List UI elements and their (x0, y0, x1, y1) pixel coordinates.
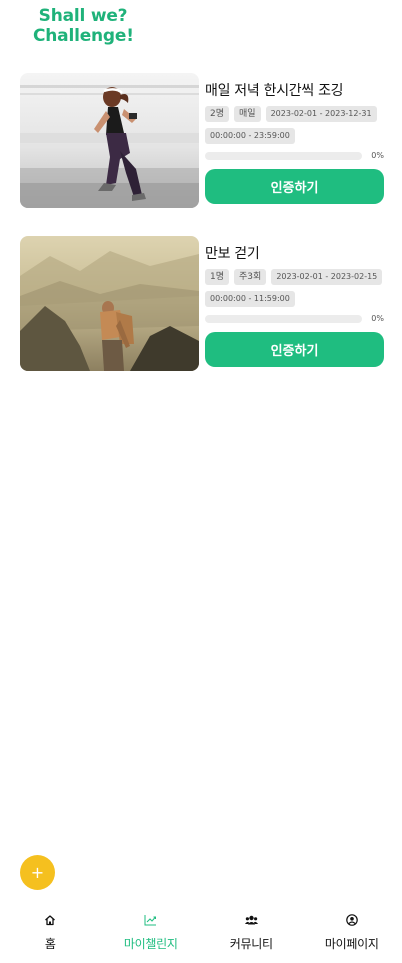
progress-percent: 0% (371, 314, 384, 323)
nav-item-community[interactable]: 커뮤니티 (201, 905, 302, 963)
time-badge: 00:00:00 - 23:59:00 (205, 128, 295, 144)
challenge-title: 매일 저녁 한시간씩 조깅 (205, 83, 344, 99)
period-badge: 2023-02-01 - 2023-12-31 (265, 106, 377, 122)
challenge-card[interactable]: 매일 저녁 한시간씩 조깅 2명 매일 2023-02-01 - 2023-12… (20, 73, 384, 208)
progress-row: 0% (205, 151, 384, 163)
challenge-thumbnail-jogging (20, 73, 199, 208)
progress-percent: 0% (371, 151, 384, 160)
trend-chart-icon (144, 913, 158, 927)
progress-row: 0% (205, 314, 384, 326)
challenge-card[interactable]: 만보 걷기 1명 주3회 2023-02-01 - 2023-02-15 00:… (20, 236, 384, 371)
period-badge: 2023-02-01 - 2023-02-15 (271, 269, 383, 285)
nav-label-home: 홈 (44, 937, 56, 951)
challenge-info: 만보 걷기 1명 주3회 2023-02-01 - 2023-02-15 00:… (205, 236, 384, 371)
plus-icon: + (30, 863, 45, 882)
app-logo: Shall we? Challenge! (33, 6, 134, 46)
logo-line-1: Shall we? (38, 6, 128, 26)
certify-button[interactable]: 인증하기 (205, 169, 384, 204)
progress-bar (205, 152, 362, 160)
members-badge: 1명 (205, 269, 230, 285)
time-badge: 00:00:00 - 11:59:00 (205, 291, 295, 307)
nav-item-home[interactable]: 홈 (0, 905, 101, 963)
bottom-nav: 홈 마이챌린지 커뮤니티 마이페이지 (0, 905, 402, 963)
challenge-title: 만보 걷기 (205, 246, 260, 262)
logo-line-2: Challenge! (33, 26, 134, 46)
challenge-thumbnail-hiking (20, 236, 199, 371)
frequency-badge: 주3회 (234, 269, 267, 285)
certify-button[interactable]: 인증하기 (205, 332, 384, 367)
challenge-tags: 1명 주3회 2023-02-01 - 2023-02-15 (205, 269, 383, 285)
challenge-tags: 2명 매일 2023-02-01 - 2023-12-31 (205, 106, 377, 122)
home-icon (43, 913, 57, 927)
progress-bar (205, 315, 362, 323)
nav-label-community: 커뮤니티 (229, 937, 273, 951)
users-icon (244, 913, 258, 927)
nav-item-my-challenge[interactable]: 마이챌린지 (101, 905, 202, 963)
nav-item-my-page[interactable]: 마이페이지 (302, 905, 402, 963)
members-badge: 2명 (205, 106, 230, 122)
frequency-badge: 매일 (234, 106, 261, 122)
nav-label-my-challenge: 마이챌린지 (123, 937, 178, 951)
challenge-info: 매일 저녁 한시간씩 조깅 2명 매일 2023-02-01 - 2023-12… (205, 73, 384, 208)
nav-label-my-page: 마이페이지 (324, 937, 379, 951)
user-circle-icon (345, 913, 359, 927)
add-challenge-button[interactable]: + (20, 855, 55, 890)
